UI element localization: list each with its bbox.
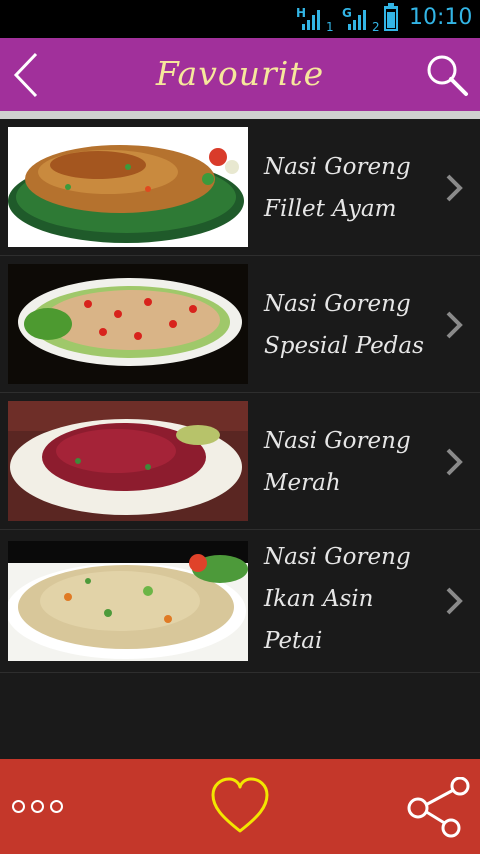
- chevron-right-icon: [446, 448, 463, 476]
- chevron-right-icon: [446, 311, 463, 339]
- status-clock: 10:10: [409, 5, 473, 30]
- chevron-right-icon: [446, 174, 463, 202]
- list-item[interactable]: Nasi Goreng Fillet Ayam: [0, 119, 480, 256]
- status-bar: H 1 G 2 10:10: [0, 0, 480, 38]
- food-thumbnail: [8, 127, 248, 247]
- item-title-line: Ikan Asin: [264, 586, 374, 612]
- sim-slot: 1: [326, 20, 334, 34]
- item-title: Nasi Goreng Ikan Asin Petai: [264, 536, 434, 662]
- item-title-line: Fillet Ayam: [264, 196, 397, 222]
- favourite-button[interactable]: [210, 777, 270, 837]
- sim-slot: 2: [372, 20, 380, 34]
- page-title: Favourite: [155, 54, 325, 93]
- item-title-line: Nasi Goreng: [264, 291, 411, 317]
- more-dots-icon: [12, 799, 63, 813]
- item-title-line: Petai: [264, 628, 323, 654]
- item-title-line: Nasi Goreng: [264, 428, 411, 454]
- list-item[interactable]: Nasi Goreng Spesial Pedas: [0, 256, 480, 393]
- bottom-toolbar: [0, 759, 480, 854]
- item-title: Nasi Goreng Spesial Pedas: [264, 283, 434, 367]
- chevron-right-icon: [446, 587, 463, 615]
- more-button[interactable]: [12, 795, 72, 817]
- item-title: Nasi Goreng Merah: [264, 420, 434, 504]
- header-divider: [0, 111, 480, 119]
- favourite-list[interactable]: Nasi Goreng Fillet Ayam Nasi Goreng Spes…: [0, 119, 480, 759]
- item-title-line: Spesial Pedas: [264, 333, 424, 359]
- list-item[interactable]: Nasi Goreng Ikan Asin Petai: [0, 530, 480, 673]
- item-title: Nasi Goreng Fillet Ayam: [264, 146, 434, 230]
- share-button[interactable]: [404, 776, 472, 839]
- item-title-line: Nasi Goreng: [264, 154, 411, 180]
- list-item[interactable]: Nasi Goreng Merah: [0, 393, 480, 530]
- heart-icon: [211, 777, 269, 833]
- battery-icon: [384, 3, 398, 31]
- search-icon: [427, 55, 468, 96]
- search-button[interactable]: [424, 52, 470, 98]
- item-title-line: Merah: [264, 470, 341, 496]
- signal-icon: G 2: [342, 6, 382, 34]
- share-icon: [407, 776, 470, 838]
- signal-icon: H 1: [296, 6, 336, 34]
- food-thumbnail: [8, 541, 248, 661]
- item-title-line: Nasi Goreng: [264, 544, 411, 570]
- food-thumbnail: [8, 401, 248, 521]
- app-header: Favourite: [0, 38, 480, 111]
- food-thumbnail: [8, 264, 248, 384]
